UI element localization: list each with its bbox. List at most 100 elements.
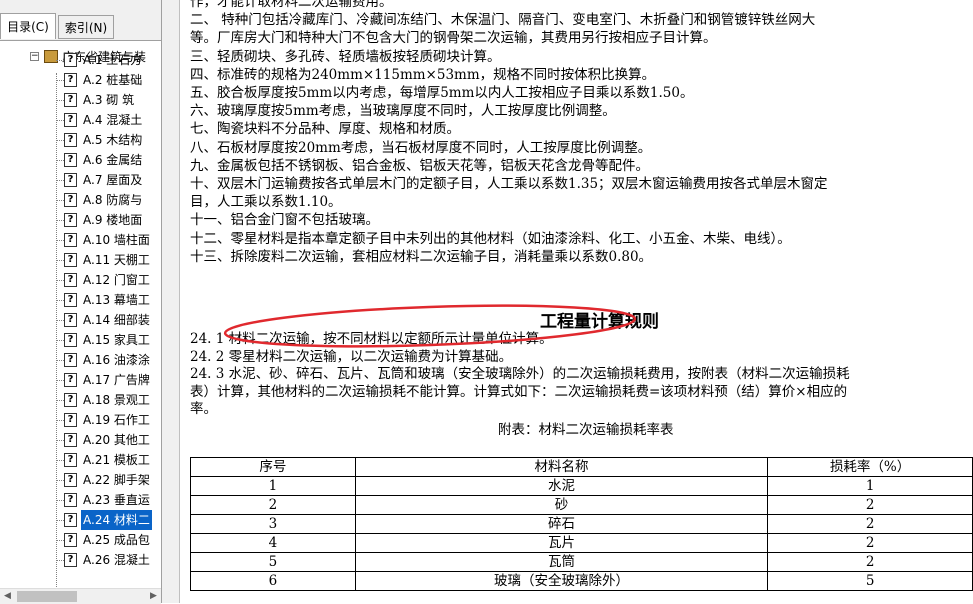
help-topic-icon: ? [64,153,77,167]
help-topic-icon: ? [64,493,77,507]
tree-item[interactable]: ? A.1 土石方 [0,50,161,70]
tree-item[interactable]: ? A.3 砌 筑 [0,90,161,110]
tree-item[interactable]: ? A.21 模板工 [0,450,161,470]
help-topic-icon: ? [64,473,77,487]
tree-item[interactable]: ? A.4 混凝土 [0,110,161,130]
table-cell: 5 [190,552,356,572]
tree-item-label: A.14 细部装 [83,313,150,327]
doc-line: 十、双层木门运输费按各式单层木门的定额子目，人工乘以系数1.35；双层木窗运输费… [190,176,828,192]
tree-item[interactable]: ? A.5 木结构 [0,130,161,150]
tree-connector [56,300,64,301]
tree-item[interactable]: ? A.11 天棚工 [0,250,161,270]
tree-item[interactable]: ? A.9 楼地面 [0,210,161,230]
help-topic-icon: ? [64,93,77,107]
tree-item-label: A.20 其他工 [83,433,150,447]
help-topic-icon: ? [64,433,77,447]
help-topic-icon: ? [64,273,77,287]
horizontal-scrollbar[interactable]: ◀ ▶ [0,588,161,604]
table-header-row: 序号 材料名称 损耗率（%） [190,457,973,477]
tree-item[interactable]: ? A.26 混凝土 [0,550,161,570]
table-row: 5 瓦筒 2 [190,552,973,572]
table-row: 1 水泥 1 [190,476,973,496]
table-cell: 2 [767,533,973,553]
doc-line: 十二、零星材料是指本章定额子目中未列出的其他材料（如油漆涂料、化工、小五金、木柴… [190,230,791,247]
scroll-left-icon[interactable]: ◀ [0,589,15,604]
tree-item[interactable]: ? A.18 景观工 [0,390,161,410]
tree-item[interactable]: ? A.15 家具工 [0,330,161,350]
table-cell: 1 [767,476,973,496]
help-topic-icon: ? [64,333,77,347]
tree-item[interactable]: ? A.14 细部装 [0,310,161,330]
tab-index[interactable]: 索引(N) [58,15,114,39]
tree-item[interactable]: ? A.19 石作工 [0,410,161,430]
tree-connector [56,500,64,501]
table-cell: 瓦片 [354,533,769,553]
rule-line: 率。 [190,401,217,417]
tree-connector [56,340,64,341]
doc-line: 目，人工乘以系数1.10。 [190,194,342,211]
tree-connector [56,480,64,481]
tree-item-label: A.3 砌 筑 [83,93,135,107]
doc-line: 六、玻璃厚度按5mm考虑，当玻璃厚度不同时，人工按厚度比例调整。 [190,103,616,120]
help-topic-icon: ? [64,373,77,387]
table-cell: 2 [767,514,973,534]
tree-item[interactable]: ? A.10 墙柱面 [0,230,161,250]
help-topic-icon: ? [64,253,77,267]
help-topic-icon: ? [64,293,77,307]
tree-item-label: A.26 混凝土 [83,553,150,567]
table-row: 3 碎石 2 [190,514,973,534]
table-cell: 水泥 [354,476,769,496]
tree-item[interactable]: ? A.16 油漆涂 [0,350,161,370]
tab-contents[interactable]: 目录(C) [0,13,56,39]
tree-item[interactable]: ? A.24 材料二 [0,510,161,530]
tree-item[interactable]: ? A.8 防腐与 [0,190,161,210]
table-row: 6 玻璃（安全玻璃除外） 5 [190,571,973,591]
rule-line: 24. 1 材料二次运输，按不同材料以定额所示计量单位计算。 [190,331,553,347]
rule-line: 24. 2 零星材料二次运输，以二次运输费为计算基础。 [190,348,513,365]
help-topic-icon: ? [64,73,77,87]
tree-item[interactable]: ? A.22 脚手架 [0,470,161,490]
tree-item[interactable]: ? A.12 门窗工 [0,270,161,290]
pane-splitter[interactable] [162,0,180,603]
doc-line: 四、标准砖的规格为240mm×115mm×53mm，规格不同时按体积比换算。 [190,66,656,83]
help-topic-icon: ? [64,513,77,527]
tree-item-label: A.24 材料二 [81,510,152,530]
help-topic-icon: ? [64,213,77,227]
tree-item[interactable]: ? A.17 广告牌 [0,370,161,390]
table-cell: 瓦筒 [354,552,769,572]
tree-item[interactable]: ? A.23 垂直运 [0,490,161,510]
tree-item-label: A.11 天棚工 [83,253,150,267]
tree-connector [56,540,64,541]
doc-line: 八、石板材厚度按20mm考虑，当石板材厚度不同时，人工按厚度比例调整。 [190,139,652,156]
doc-line: 九、金属板包括不锈钢板、铝合金板、铝板天花等，铝板天花含龙骨等配件。 [190,157,649,174]
tree-item-label: A.21 模板工 [83,453,150,467]
table-cell: 1 [190,476,356,496]
help-topic-icon: ? [64,133,77,147]
tree-connector [56,560,64,561]
tree-connector [56,420,64,421]
doc-line: 作，才能计取材料二次运输费用。 [190,0,393,10]
tree-item[interactable]: ? A.6 金属结 [0,150,161,170]
scroll-thumb[interactable] [17,591,77,602]
tree-connector [56,400,64,401]
scroll-right-icon[interactable]: ▶ [146,589,161,604]
tree-item-label: A.18 景观工 [83,393,150,407]
tree-connector [56,240,64,241]
help-topic-icon: ? [64,193,77,207]
tree-item[interactable]: ? A.7 屋面及 [0,170,161,190]
doc-line: 三、轻质砌块、多孔砖、轻质墙板按轻质砌块计算。 [190,48,501,65]
rule-line: 表）计算，其他材料的二次运输损耗不能计算。计算式如下：二次运输损耗费=该项材料预… [190,383,848,400]
tree-item[interactable]: ? A.20 其他工 [0,430,161,450]
tree-connector [56,180,64,181]
tree-item[interactable]: ? A.2 桩基础 [0,70,161,90]
contents-tree: − 广东省建筑与装 ? A.1 土石方? A.2 桩基础? A.3 砌 筑? A.4 混… [0,40,161,589]
tree-item-label: A.8 防腐与 [83,193,143,207]
tree-item[interactable]: ? A.13 幕墙工 [0,290,161,310]
tree-connector [56,320,64,321]
tree-connector [56,120,64,121]
header-material: 材料名称 [354,457,769,477]
tree-item[interactable]: ? A.25 成品包 [0,530,161,550]
table-cell: 碎石 [354,514,769,534]
doc-line: 七、陶瓷块料不分品种、厚度、规格和材质。 [190,121,460,138]
tree-item-label: A.22 脚手架 [83,473,150,487]
